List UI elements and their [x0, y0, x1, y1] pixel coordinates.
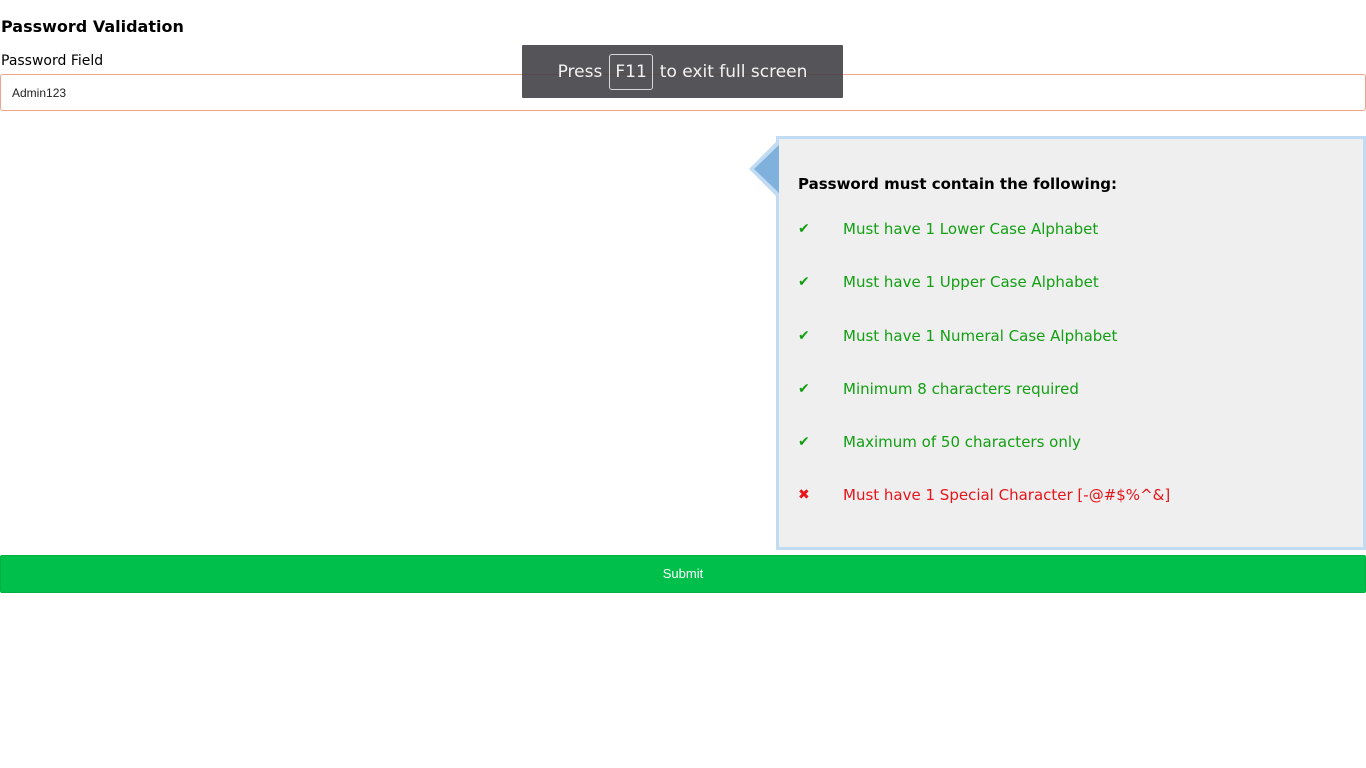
submit-button[interactable]: Submit [0, 555, 1366, 593]
notice-text-before: Press [557, 61, 603, 82]
rule-text: Must have 1 Upper Case Alphabet [843, 273, 1099, 291]
rule-numeral: ✔ Must have 1 Numeral Case Alphabet [798, 325, 1117, 347]
rule-text: Minimum 8 characters required [843, 380, 1079, 398]
rule-text: Must have 1 Lower Case Alphabet [843, 220, 1099, 238]
check-icon: ✔ [798, 328, 810, 344]
rule-max-length: ✔ Maximum of 50 characters only [798, 431, 1081, 453]
cross-icon: ✖ [798, 487, 810, 503]
rule-uppercase: ✔ Must have 1 Upper Case Alphabet [798, 271, 1099, 293]
panel-arrow-pointer [749, 139, 779, 199]
check-icon: ✔ [798, 221, 810, 237]
rule-text: Must have 1 Numeral Case Alphabet [843, 327, 1118, 345]
rule-text: Must have 1 Special Character [-@#$%^&] [843, 486, 1171, 504]
rule-text: Maximum of 50 characters only [843, 433, 1081, 451]
rule-min-length: ✔ Minimum 8 characters required [798, 378, 1079, 400]
check-icon: ✔ [798, 274, 810, 290]
rules-heading: Password must contain the following: [798, 175, 1118, 193]
check-icon: ✔ [798, 434, 810, 450]
check-icon: ✔ [798, 381, 810, 397]
fullscreen-exit-notice: Press F11 to exit full screen [522, 45, 843, 98]
password-rules-panel: Password must contain the following: ✔ M… [749, 136, 1366, 550]
f11-key-badge: F11 [609, 53, 653, 90]
page-title: Password Validation [1, 17, 184, 36]
rule-lowercase: ✔ Must have 1 Lower Case Alphabet [798, 218, 1098, 240]
notice-text-after: to exit full screen [659, 61, 808, 82]
password-field-label: Password Field [1, 53, 104, 69]
rule-special-character: ✖ Must have 1 Special Character [-@#$%^&… [798, 484, 1170, 506]
